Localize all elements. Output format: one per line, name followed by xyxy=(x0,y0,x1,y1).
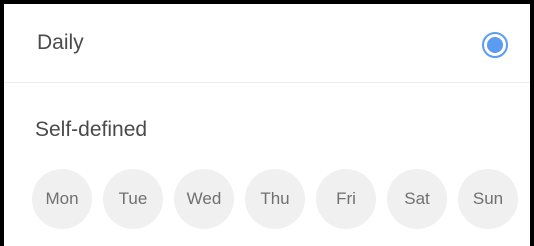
day-chip-wed[interactable]: Wed xyxy=(174,169,234,229)
section-divider xyxy=(4,82,530,83)
day-chip-tue[interactable]: Tue xyxy=(103,169,163,229)
day-chip-fri[interactable]: Fri xyxy=(316,169,376,229)
day-chip-sun[interactable]: Sun xyxy=(458,169,518,229)
daily-option-label: Daily xyxy=(37,31,84,54)
daily-radio-button[interactable] xyxy=(482,32,508,58)
daily-option-row[interactable]: Daily xyxy=(4,4,530,82)
day-chip-mon[interactable]: Mon xyxy=(32,169,92,229)
day-chip-thu[interactable]: Thu xyxy=(245,169,305,229)
schedule-panel: Daily Self-defined Mon Tue Wed Thu Fri S… xyxy=(4,4,530,246)
day-chip-sat[interactable]: Sat xyxy=(387,169,447,229)
radio-selected-dot-icon xyxy=(487,37,503,53)
self-defined-title: Self-defined xyxy=(35,118,148,141)
